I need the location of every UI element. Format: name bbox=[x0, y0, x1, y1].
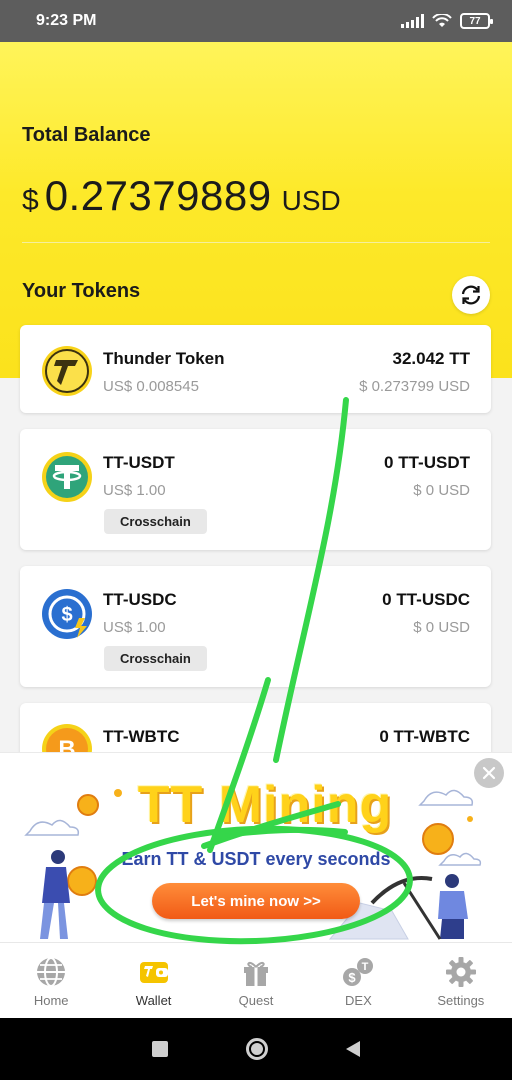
battery-icon: 77 bbox=[460, 13, 493, 29]
signal-icon bbox=[401, 14, 424, 28]
ad-subtitle: Earn TT & USDT every seconds bbox=[121, 849, 391, 869]
crosschain-badge: Crosschain bbox=[104, 509, 207, 534]
tab-settings[interactable]: Settings bbox=[410, 943, 512, 1018]
token-amount: 32.042 TT bbox=[392, 349, 471, 368]
wifi-icon bbox=[432, 14, 452, 27]
balance-currency-symbol: $ bbox=[22, 184, 39, 217]
home-dot-icon bbox=[251, 1043, 263, 1055]
svg-text:$: $ bbox=[61, 604, 72, 626]
tab-home[interactable]: Home bbox=[0, 943, 102, 1018]
dex-icon: $ T bbox=[343, 958, 374, 986]
bottom-tab-bar: Home Wallet Quest $ T DEX Settings bbox=[0, 942, 512, 1018]
token-amount: 0 TT-USDC bbox=[382, 590, 470, 609]
ad-close-button[interactable] bbox=[474, 758, 504, 788]
refresh-icon bbox=[461, 285, 481, 305]
lets-mine-now-button[interactable]: Let's mine now >> bbox=[152, 883, 360, 919]
total-balance-label: Total Balance bbox=[22, 124, 151, 146]
header-divider bbox=[22, 242, 490, 243]
crosschain-badge: Crosschain bbox=[104, 646, 207, 671]
token-value: $ 0.273799 USD bbox=[359, 378, 470, 395]
back-button[interactable] bbox=[346, 1041, 360, 1057]
usdt-icon bbox=[42, 452, 92, 502]
token-name: Thunder Token bbox=[103, 349, 225, 368]
recents-button[interactable] bbox=[152, 1041, 168, 1057]
gear-icon bbox=[445, 957, 476, 987]
token-card-tt-usdt[interactable]: TT-USDT US$ 1.00 0 TT-USDT $ 0 USD Cross… bbox=[20, 429, 491, 550]
token-name: TT-USDT bbox=[103, 453, 175, 472]
token-price: US$ 1.00 bbox=[103, 619, 166, 636]
total-balance: $ 0.27379889 USD bbox=[22, 172, 341, 220]
wallet-icon bbox=[139, 962, 168, 983]
refresh-button[interactable] bbox=[452, 276, 490, 314]
tab-label: Home bbox=[33, 993, 69, 1008]
thunder-token-icon bbox=[42, 346, 92, 396]
tab-label: Wallet bbox=[135, 993, 172, 1008]
tab-label: Settings bbox=[437, 993, 485, 1008]
token-name: TT-USDC bbox=[103, 590, 177, 609]
battery-level: 77 bbox=[469, 15, 481, 27]
token-amount: 0 TT-USDT bbox=[384, 453, 470, 472]
globe-icon bbox=[37, 957, 66, 987]
svg-text:$: $ bbox=[349, 970, 357, 985]
tab-label: Quest bbox=[238, 993, 274, 1008]
close-icon bbox=[482, 766, 496, 780]
tab-label: DEX bbox=[345, 993, 372, 1008]
balance-unit: USD bbox=[281, 185, 341, 216]
tab-quest[interactable]: Quest bbox=[205, 943, 307, 1018]
ad-title: TT Mining bbox=[137, 776, 393, 834]
balance-value: 0.27379889 bbox=[44, 172, 272, 219]
token-card-thunder-token[interactable]: Thunder Token US$ 0.008545 32.042 TT $ 0… bbox=[20, 325, 491, 413]
your-tokens-label: Your Tokens bbox=[22, 280, 141, 302]
token-price: US$ 0.008545 bbox=[103, 378, 199, 395]
tab-wallet[interactable]: Wallet bbox=[102, 943, 204, 1018]
token-value: $ 0 USD bbox=[413, 482, 470, 499]
token-card-tt-usdc[interactable]: $ TT-USDC US$ 1.00 0 TT-USDC $ 0 USD Cro… bbox=[20, 566, 491, 687]
status-icons: 77 bbox=[401, 13, 493, 29]
tab-dex[interactable]: $ T DEX bbox=[307, 943, 409, 1018]
status-time: 9:23 PM bbox=[36, 12, 97, 29]
usdc-icon: $ bbox=[42, 589, 92, 639]
token-amount: 0 TT-WBTC bbox=[379, 727, 470, 746]
token-value: $ 0 USD bbox=[413, 619, 470, 636]
home-button[interactable] bbox=[246, 1038, 268, 1060]
token-price: US$ 1.00 bbox=[103, 482, 166, 499]
system-navigation-bar bbox=[0, 1018, 512, 1080]
svg-text:T: T bbox=[362, 961, 369, 973]
tt-mining-ad-banner[interactable]: TT Mining Earn TT & USDT every seconds L… bbox=[0, 752, 512, 942]
token-name: TT-WBTC bbox=[103, 727, 180, 746]
gift-icon bbox=[244, 961, 269, 986]
status-bar: 9:23 PM 77 bbox=[0, 0, 512, 42]
